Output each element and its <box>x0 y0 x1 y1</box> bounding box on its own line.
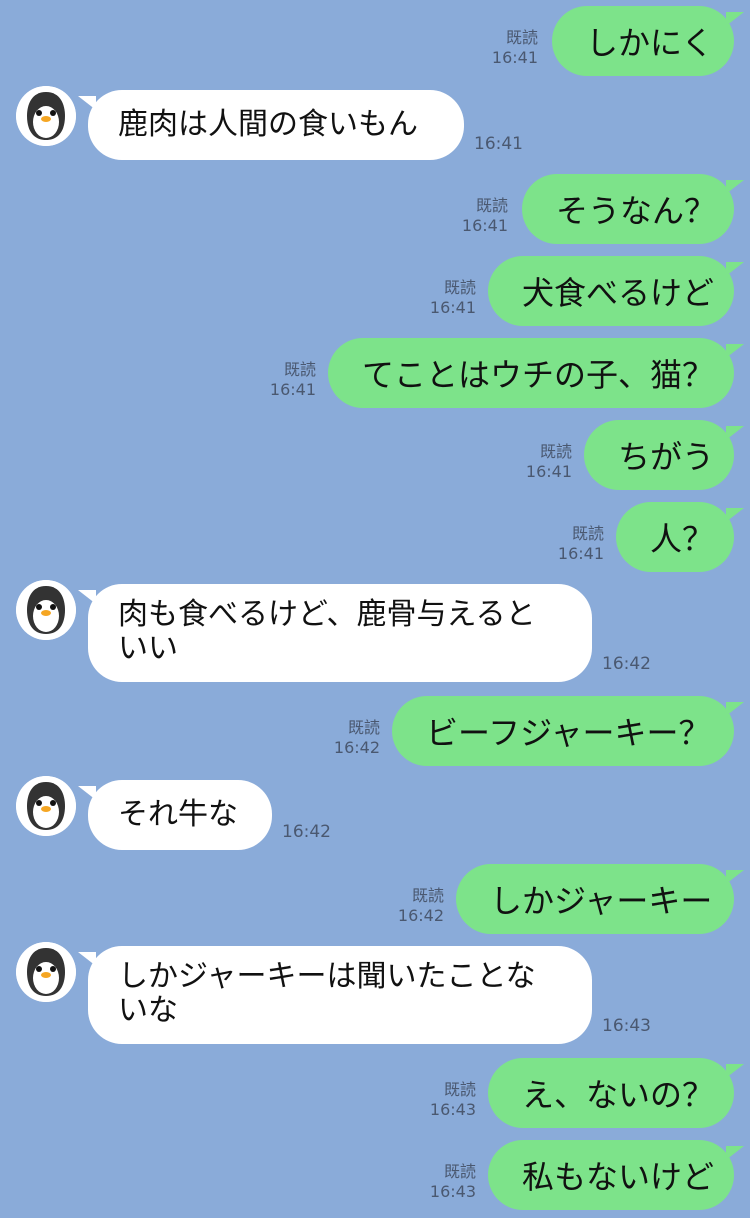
read-receipt: 既読 <box>539 442 572 461</box>
sent-bubble[interactable]: 人？ <box>616 502 744 572</box>
read-receipt: 既読 <box>505 28 538 47</box>
message-row: 既読 16:41 人？ <box>0 502 750 572</box>
avatar[interactable] <box>16 86 76 146</box>
sent-bubble[interactable]: ちがう <box>584 420 744 490</box>
message-meta: 既読 16:41 <box>270 360 316 400</box>
penguin-icon <box>16 776 76 836</box>
received-bubble[interactable]: それ牛な <box>78 780 272 850</box>
avatar[interactable] <box>16 776 76 836</box>
timestamp: 16:41 <box>474 134 523 154</box>
timestamp: 16:42 <box>282 822 331 842</box>
sent-bubble[interactable]: ビーフジャーキー？ <box>392 696 744 766</box>
read-receipt: 既読 <box>443 1080 476 1099</box>
timestamp: 16:42 <box>602 654 651 674</box>
avatar[interactable] <box>16 942 76 1002</box>
read-receipt: 既読 <box>411 886 444 905</box>
received-bubble[interactable]: しかジャーキーは聞いたことないな <box>78 946 592 1044</box>
message-row: 鹿肉は人間の食いもん 16:41 <box>0 86 750 162</box>
sent-bubble[interactable]: え、ないの？ <box>488 1058 744 1128</box>
timestamp: 16:41 <box>491 48 538 67</box>
read-receipt: 既読 <box>347 718 380 737</box>
message-row: それ牛な 16:42 <box>0 776 750 852</box>
timestamp: 16:43 <box>602 1016 651 1036</box>
message-row: 既読 16:41 ちがう <box>0 420 750 490</box>
sent-bubble[interactable]: 犬食べるけど <box>488 256 744 326</box>
timestamp: 16:42 <box>397 906 444 925</box>
message-meta: 既読 16:41 <box>526 442 572 482</box>
read-receipt: 既読 <box>571 524 604 543</box>
message-meta: 既読 16:41 <box>558 524 604 564</box>
timestamp: 16:41 <box>461 216 508 235</box>
message-meta: 既読 16:43 <box>430 1080 476 1120</box>
message-row: 既読 16:41 てことはウチの子、猫？ <box>0 338 750 408</box>
timestamp: 16:41 <box>269 380 316 399</box>
sent-bubble[interactable]: しかジャーキー <box>456 864 744 934</box>
message-row: 既読 16:43 私もないけど <box>0 1140 750 1210</box>
timestamp: 16:43 <box>429 1100 476 1119</box>
read-receipt: 既読 <box>443 278 476 297</box>
sent-bubble[interactable]: そうなん？ <box>522 174 744 244</box>
sent-bubble[interactable]: しかにく <box>552 6 744 76</box>
message-row: 既読 16:42 しかジャーキー <box>0 864 750 934</box>
penguin-icon <box>16 86 76 146</box>
timestamp: 16:43 <box>429 1182 476 1201</box>
received-bubble[interactable]: 肉も食べるけど、鹿骨与えるといい <box>78 584 592 682</box>
message-meta: 既読 16:42 <box>398 886 444 926</box>
timestamp: 16:42 <box>333 738 380 757</box>
read-receipt: 既読 <box>475 196 508 215</box>
message-row: 既読 16:41 そうなん？ <box>0 174 750 244</box>
message-meta: 既読 16:42 <box>334 718 380 758</box>
message-row: 既読 16:41 犬食べるけど <box>0 256 750 326</box>
message-meta: 既読 16:41 <box>430 278 476 318</box>
message-row: 既読 16:42 ビーフジャーキー？ <box>0 696 750 766</box>
message-meta: 既読 16:43 <box>430 1162 476 1202</box>
timestamp: 16:41 <box>525 462 572 481</box>
message-row: 既読 16:43 え、ないの？ <box>0 1058 750 1128</box>
penguin-icon <box>16 580 76 640</box>
penguin-icon <box>16 942 76 1002</box>
sent-bubble[interactable]: 私もないけど <box>488 1140 744 1210</box>
received-bubble[interactable]: 鹿肉は人間の食いもん <box>78 90 464 160</box>
message-meta: 既読 16:41 <box>462 196 508 236</box>
message-meta: 既読 16:41 <box>492 28 538 68</box>
avatar[interactable] <box>16 580 76 640</box>
message-row: 既読 16:41 しかにく <box>0 6 750 76</box>
message-row: しかジャーキーは聞いたことないな 16:43 <box>0 942 750 1044</box>
sent-bubble[interactable]: てことはウチの子、猫？ <box>328 338 744 408</box>
timestamp: 16:41 <box>429 298 476 317</box>
timestamp: 16:41 <box>557 544 604 563</box>
message-row: 肉も食べるけど、鹿骨与えるといい 16:42 <box>0 580 750 682</box>
read-receipt: 既読 <box>443 1162 476 1181</box>
read-receipt: 既読 <box>283 360 316 379</box>
